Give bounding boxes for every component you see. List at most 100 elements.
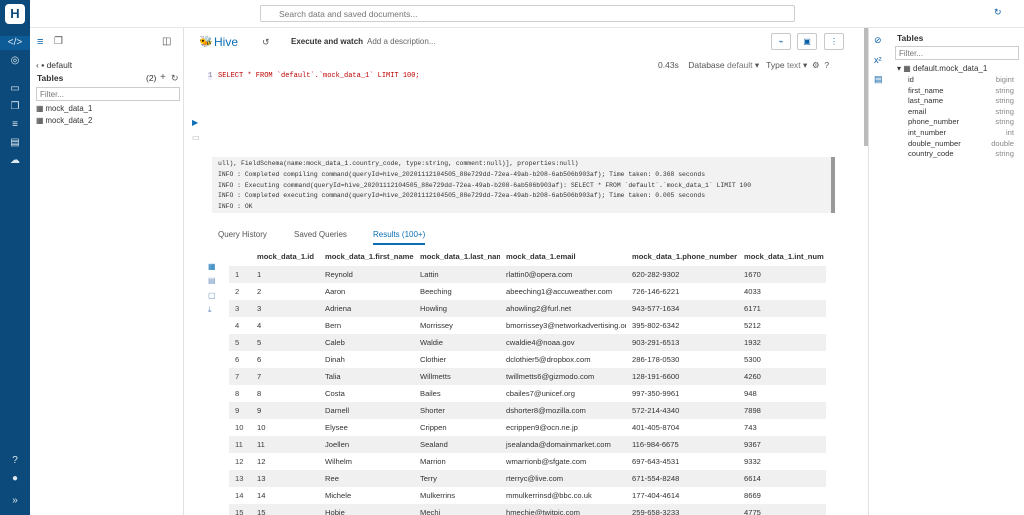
table-row[interactable]: 1 1 Reynold Lattin rlattin0@opera.com 620-282…: [229, 266, 826, 283]
table-item-mock-data-2[interactable]: ▦ mock_data_2: [36, 116, 92, 125]
refresh-tables-icon[interactable]: ↻: [171, 73, 179, 84]
grid-view-icon[interactable]: ▦: [208, 262, 216, 271]
history-icon[interactable]: ↺: [262, 37, 270, 48]
type-select[interactable]: text: [787, 60, 801, 70]
results-grid: mock_data_1.id mock_data_1.first_name mo…: [229, 246, 826, 515]
table-cell: 948: [744, 389, 757, 398]
table-row[interactable]: 7 7 Talia Willmetts twillmetts6@gizmodo.com 1…: [229, 368, 826, 385]
table-cell: 5: [251, 334, 319, 351]
book-icon[interactable]: ▤: [874, 74, 883, 85]
database-breadcrumb[interactable]: ‹ ▪ default: [36, 60, 72, 70]
table-row[interactable]: 6 6 Dinah Clothier dclothier5@dropbox.com 286…: [229, 351, 826, 368]
more-menu-icon[interactable]: ⋮: [824, 33, 844, 50]
table-cell: mmulkerrinsd@bbc.co.uk: [506, 491, 592, 500]
table-row[interactable]: 4 4 Bern Morrissey bmorrissey3@networkadvert…: [229, 317, 826, 334]
tab-results[interactable]: Results (100+): [373, 230, 426, 245]
help-question[interactable]: ?: [824, 60, 829, 70]
fullscreen-icon[interactable]: ▢: [208, 291, 216, 300]
chart-icon[interactable]: ⌁: [771, 33, 791, 50]
gear-icon[interactable]: ⚙: [812, 60, 820, 70]
tables-filter-input[interactable]: [36, 87, 180, 101]
table-cell: Talia: [319, 368, 414, 385]
column-name[interactable]: double_number: [908, 139, 961, 148]
row-number: 6: [235, 355, 240, 364]
table-row[interactable]: 8 8 Costa Bailes cbailes7@unicef.org 997-350-…: [229, 385, 826, 402]
column-name[interactable]: last_name: [908, 96, 943, 105]
table-cell: Beeching: [420, 287, 452, 296]
save-icon[interactable]: ▣: [797, 33, 817, 50]
table-row[interactable]: 5 5 Caleb Waldie cwaldie4@noaa.gov 903-291-65…: [229, 334, 826, 351]
file-browser-icon[interactable]: ▭: [7, 82, 23, 96]
line-number: 1: [208, 72, 213, 80]
download-icon[interactable]: ⤓: [208, 305, 212, 315]
table-cell: 395-802-6342: [632, 321, 680, 330]
compass-icon[interactable]: ⊘: [874, 35, 882, 46]
column-name[interactable]: id: [908, 75, 914, 84]
table-item-mock-data-1[interactable]: ▦ mock_data_1: [36, 104, 92, 113]
database-assist-icon[interactable]: ≡: [37, 36, 43, 48]
column-header[interactable]: mock_data_1.phone_number: [626, 246, 738, 266]
functions-icon[interactable]: x²: [874, 55, 882, 65]
row-number: 11: [229, 436, 251, 453]
expand-nav-icon[interactable]: »: [7, 494, 23, 508]
column-name[interactable]: first_name: [908, 86, 943, 95]
tab-saved-queries[interactable]: Saved Queries: [294, 230, 347, 239]
refresh-icon[interactable]: ↻: [994, 7, 1002, 18]
help-icon[interactable]: ?: [7, 454, 23, 468]
add-icon[interactable]: +: [160, 72, 166, 83]
table-row[interactable]: 15 15 Hobie Mechi hmechie@twitpic.com 259-658…: [229, 504, 826, 515]
column-header[interactable]: mock_data_1.id: [251, 246, 319, 266]
upload-icon[interactable]: ☁: [7, 154, 23, 168]
table-row[interactable]: 12 12 Wilhelm Marrion wmarrionb@sfgate.com 69…: [229, 453, 826, 470]
table-row[interactable]: 10 10 Elysee Crippen ecrippen9@ocn.ne.jp 401-…: [229, 419, 826, 436]
collapse-assist-icon[interactable]: ◫: [162, 36, 171, 47]
hue-logo[interactable]: H: [5, 4, 25, 24]
column-header[interactable]: mock_data_1.int_num: [738, 246, 826, 266]
description-input[interactable]: Add a description...: [367, 37, 435, 46]
table-row[interactable]: 2 2 Aaron Beeching abeeching1@accuweather.co…: [229, 283, 826, 300]
user-avatar-icon[interactable]: ●: [7, 472, 23, 486]
chart-view-icon[interactable]: ▤: [208, 276, 216, 285]
elapsed-time: 0.43s: [658, 60, 679, 70]
table-row[interactable]: 11 11 Joellen Sealand jsealanda@domainmarket…: [229, 436, 826, 453]
query-editor[interactable]: SELECT * FROM `default`.`mock_data_1` LI…: [218, 72, 420, 80]
table-cell: 8669: [744, 491, 761, 500]
chevron-down-icon[interactable]: ▾: [755, 60, 759, 70]
table-row[interactable]: 13 13 Ree Terry rterryc@live.com 671-554-8248…: [229, 470, 826, 487]
database-icon[interactable]: ≡: [7, 118, 23, 132]
chevron-down-icon[interactable]: ▾: [803, 60, 807, 70]
column-header[interactable]: mock_data_1.first_name: [319, 246, 414, 266]
editor-title[interactable]: Hive: [214, 35, 238, 49]
table-row[interactable]: 14 14 Michele Mulkerrins mmulkerrinsd@bbc.co…: [229, 487, 826, 504]
right-filter-input[interactable]: [895, 46, 1019, 60]
column-header[interactable]: mock_data_1.email: [500, 246, 626, 266]
column-header[interactable]: mock_data_1.last_name: [414, 246, 500, 266]
table-cell: 943-577-1634: [626, 300, 738, 317]
execute-and-watch-button[interactable]: Execute and watch: [291, 37, 363, 46]
editor-icon[interactable]: </>: [0, 36, 30, 50]
column-type: string: [995, 96, 1014, 106]
table-cell: rlattin0@opera.com: [500, 266, 626, 283]
global-search-input[interactable]: [260, 5, 795, 22]
database-select[interactable]: default: [727, 60, 753, 70]
table-cell: 671-554-8248: [626, 470, 738, 487]
documents-assist-icon[interactable]: ❐: [54, 36, 63, 47]
column-type: bigint: [995, 75, 1014, 84]
table-cell: ecrippen9@ocn.ne.jp: [506, 423, 578, 432]
table-row[interactable]: 9 9 Darnell Shorter dshorter8@mozilla.com 572…: [229, 402, 826, 419]
table-browser-icon[interactable]: ▤: [7, 136, 23, 150]
table-row[interactable]: 3 3 Adriena Howling ahowling2@furl.net 943-57…: [229, 300, 826, 317]
table-cell: 9332: [744, 457, 761, 466]
run-icon[interactable]: ▶: [192, 118, 198, 127]
column-name[interactable]: country_code: [908, 149, 954, 158]
right-table-name[interactable]: ▾ ▦ default.mock_data_1: [897, 64, 987, 73]
column-name[interactable]: phone_number: [908, 117, 959, 126]
table-icon: ▦: [903, 64, 914, 73]
snippet-options-icon[interactable]: ▭: [192, 133, 200, 142]
column-name[interactable]: int_number: [908, 128, 946, 137]
column-name[interactable]: email: [908, 107, 926, 116]
dashboard-icon[interactable]: ◎: [7, 54, 23, 68]
tab-query-history[interactable]: Query History: [218, 230, 267, 239]
documents-icon[interactable]: ❐: [7, 100, 23, 114]
column-header[interactable]: [229, 246, 251, 266]
